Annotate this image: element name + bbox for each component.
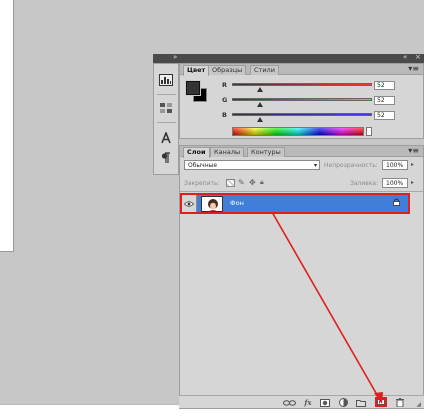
adjustment-layer-icon[interactable] <box>338 398 348 407</box>
layers-bottom-toolbar: fx ◢ <box>179 395 424 408</box>
lock-label: Закрепить: <box>184 180 220 187</box>
new-group-icon[interactable] <box>356 398 366 407</box>
blend-mode-value: Обычные <box>188 162 218 169</box>
lock-all-icon[interactable]: 🔒︎ <box>260 178 264 187</box>
fill-dropdown-icon[interactable]: ▸ <box>411 179 414 186</box>
blend-mode-select[interactable]: Обычные ▾ <box>184 160 320 170</box>
panel-dock-header[interactable]: » « × <box>153 53 424 63</box>
layers-panel-menu-icon[interactable]: ▾≡ <box>408 146 419 156</box>
chevron-down-icon: ▾ <box>313 162 317 169</box>
adjustments-icon[interactable] <box>158 100 174 116</box>
document-canvas[interactable] <box>0 0 14 252</box>
character-icon[interactable] <box>158 130 174 146</box>
channel-label-r: R <box>222 81 228 89</box>
foreground-color-swatch[interactable] <box>185 80 201 96</box>
visibility-eye-icon[interactable] <box>182 195 197 212</box>
layer-row-background[interactable]: Фон <box>180 193 410 214</box>
tab-styles[interactable]: Стили <box>250 65 279 75</box>
color-swatches <box>184 79 210 105</box>
lock-pixels-icon[interactable]: ✎ <box>238 178 245 187</box>
delete-layer-icon[interactable] <box>395 398 405 407</box>
panel-menu-icon[interactable]: ▾≡ <box>408 64 419 74</box>
layers-panel-tabs: Слои Каналы Контуры ▾≡ <box>180 146 423 158</box>
channel-g-input[interactable]: 52 <box>374 96 395 105</box>
slider-b[interactable] <box>232 113 372 116</box>
channel-r-input[interactable]: 52 <box>374 81 395 90</box>
lock-position-icon[interactable]: ✥ <box>249 178 256 187</box>
tab-paths[interactable]: Контуры <box>247 147 285 157</box>
layer-style-icon[interactable]: fx <box>302 398 314 407</box>
color-panel: Цвет Образцы Стили ▾≡ R 52 G 52 B 52 <box>179 63 424 139</box>
slider-b-handle[interactable] <box>257 117 263 122</box>
histogram-icon[interactable] <box>158 72 174 88</box>
tab-channels[interactable]: Каналы <box>210 147 245 157</box>
tab-layers[interactable]: Слои <box>183 147 210 158</box>
panel-icon-strip <box>153 63 179 175</box>
link-layers-icon[interactable] <box>282 398 296 407</box>
channel-b-input[interactable]: 52 <box>374 111 395 120</box>
color-panel-tabs: Цвет Образцы Стили ▾≡ <box>180 64 423 76</box>
layers-panel: Слои Каналы Контуры ▾≡ Обычные ▾ Непрозр… <box>179 145 424 409</box>
layer-name[interactable]: Фон <box>230 199 244 207</box>
tab-swatches[interactable]: Образцы <box>208 65 247 75</box>
channel-label-g: G <box>222 96 228 104</box>
close-icon[interactable]: × <box>415 53 421 62</box>
slider-r[interactable] <box>232 83 372 86</box>
paragraph-icon[interactable] <box>158 150 174 166</box>
opacity-dropdown-icon[interactable]: ▸ <box>411 161 414 168</box>
collapse-icon[interactable]: » <box>173 53 177 62</box>
color-ramp[interactable] <box>232 127 364 136</box>
layer-mask-icon[interactable] <box>320 398 330 407</box>
fill-input[interactable]: 100% <box>382 178 408 188</box>
slider-r-handle[interactable] <box>257 87 263 92</box>
slider-g[interactable] <box>232 98 372 101</box>
layer-lock-icon <box>393 198 400 206</box>
fill-label: Заливка: <box>350 180 379 187</box>
opacity-input[interactable]: 100% <box>382 160 408 170</box>
expand-icon[interactable]: « <box>403 53 407 62</box>
tab-color[interactable]: Цвет <box>183 65 210 76</box>
white-swatch[interactable] <box>366 127 372 136</box>
slider-g-handle[interactable] <box>257 102 263 107</box>
lock-transparency-icon[interactable] <box>226 179 235 187</box>
channel-label-b: B <box>222 111 227 119</box>
resize-grip-icon[interactable]: ◢ <box>416 401 421 408</box>
new-layer-icon[interactable] <box>375 397 387 407</box>
layer-thumbnail[interactable] <box>201 196 223 212</box>
opacity-label: Непрозрачность: <box>324 162 378 169</box>
